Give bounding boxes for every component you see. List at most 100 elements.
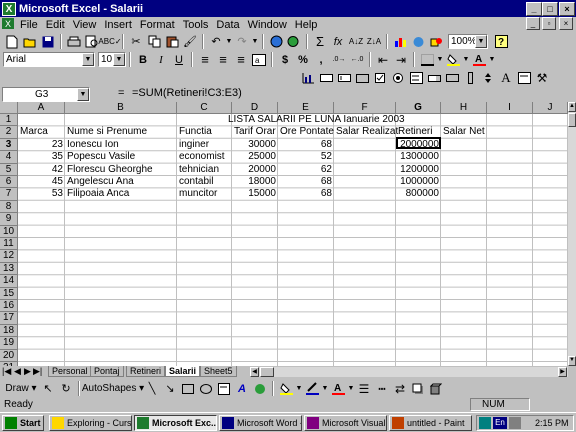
hscroll-left-icon[interactable]: ◀	[250, 367, 259, 377]
zoom-dropdown-icon[interactable]: ▼	[475, 35, 487, 48]
tab-last-icon[interactable]: ▶|	[33, 366, 42, 377]
save-icon[interactable]	[39, 33, 57, 50]
line-color-icon[interactable]	[303, 380, 321, 397]
wordart-icon[interactable]: A	[233, 380, 251, 397]
row-header-3[interactable]: 3	[0, 138, 18, 152]
bold-button[interactable]: B	[134, 51, 152, 68]
cell-marca[interactable]: 53	[18, 188, 65, 200]
menu-edit[interactable]: Edit	[42, 19, 69, 31]
borders-dropdown-icon[interactable]: ▼	[436, 51, 444, 68]
tray-icon[interactable]	[479, 417, 491, 429]
name-box-dropdown-icon[interactable]: ▼	[77, 88, 89, 101]
font-color-dropdown-icon[interactable]: ▼	[488, 51, 496, 68]
cell-ore-pontate[interactable]: 68	[278, 139, 334, 151]
underline-button[interactable]: U	[170, 51, 188, 68]
column-header-a[interactable]: A	[18, 102, 65, 114]
cell-tarif-orar[interactable]: 15000	[232, 188, 278, 200]
column-header-d[interactable]: D	[232, 102, 278, 114]
doc-restore-button[interactable]: ▫	[542, 17, 556, 30]
oval-icon[interactable]	[197, 380, 215, 397]
dash-style-icon[interactable]: ┅	[373, 380, 391, 397]
merge-center-icon[interactable]: a	[250, 51, 268, 68]
cell-nume[interactable]: Popescu Vasile	[65, 151, 177, 163]
header-cell-ore-pontate[interactable]: Ore Pontate	[278, 126, 334, 138]
font-color-draw-icon[interactable]: A	[329, 380, 347, 397]
edit-box-icon[interactable]	[335, 69, 353, 86]
align-center-icon[interactable]: ≡	[214, 51, 232, 68]
scroll-up-icon[interactable]: ▲	[568, 102, 576, 112]
autoshapes-menu-button[interactable]: AutoShapes ▾	[82, 380, 144, 397]
cell-retineri[interactable]: 1000000	[396, 176, 441, 188]
row-header-5[interactable]: 5	[0, 163, 18, 176]
cell-functia[interactable]: contabil	[177, 176, 232, 188]
doc-minimize-button[interactable]: _	[526, 17, 540, 30]
web-icon[interactable]	[267, 33, 285, 50]
hscroll-right-icon[interactable]: ▶	[558, 367, 567, 377]
cell-marca[interactable]: 42	[18, 164, 65, 176]
column-header-j[interactable]: J	[533, 102, 568, 114]
row-header-11[interactable]: 11	[0, 238, 18, 251]
fill-color-icon[interactable]	[444, 51, 462, 68]
cell-ore-pontate[interactable]: 68	[278, 176, 334, 188]
select-all-corner[interactable]	[0, 102, 18, 114]
menu-insert[interactable]: Insert	[100, 19, 136, 31]
free-rotate-icon[interactable]: ↻	[57, 380, 75, 397]
comma-button[interactable]: ,	[312, 51, 330, 68]
taskbar-item-exploring[interactable]: Exploring - CursL...	[49, 415, 132, 431]
redo-icon[interactable]: ↷	[233, 33, 251, 50]
column-header-f[interactable]: F	[334, 102, 396, 114]
sort-descending-icon[interactable]: Z↓A	[365, 33, 383, 50]
hyperlink-icon[interactable]	[285, 33, 303, 50]
row-header-12[interactable]: 12	[0, 250, 18, 263]
tab-first-icon[interactable]: |◀	[2, 366, 11, 377]
taskbar-item-visual[interactable]: Microsoft Visual ...	[304, 415, 387, 431]
currency-button[interactable]: $	[276, 51, 294, 68]
checkbox-icon[interactable]	[371, 69, 389, 86]
rectangle-icon[interactable]	[179, 380, 197, 397]
arrow-style-icon[interactable]: ⇄	[391, 380, 409, 397]
cell-tarif-orar[interactable]: 20000	[232, 164, 278, 176]
tab-personal[interactable]: Personal	[48, 366, 92, 377]
map-icon[interactable]	[409, 33, 427, 50]
italic-button[interactable]: I	[152, 51, 170, 68]
menu-format[interactable]: Format	[136, 19, 179, 31]
doc-close-button[interactable]: ×	[559, 17, 573, 30]
row-header-13[interactable]: 13	[0, 262, 18, 276]
shadow-icon[interactable]	[409, 380, 427, 397]
header-cell-functia[interactable]: Functia	[177, 126, 232, 138]
row-header-6[interactable]: 6	[0, 176, 18, 189]
cell-nume[interactable]: Florescu Gheorghe	[65, 164, 177, 176]
header-cell-salar-realizat[interactable]: Salar Realizat	[334, 126, 398, 138]
row-header-14[interactable]: 14	[0, 275, 18, 288]
row-header-16[interactable]: 16	[0, 300, 18, 313]
decrease-decimal-icon[interactable]: ←.0	[348, 51, 366, 68]
row-header-1[interactable]: 1	[0, 114, 18, 127]
sheet-title-cell[interactable]: LISTA SALARII PE LUNA Ianuarie 2003	[226, 114, 426, 126]
row-header-17[interactable]: 17	[0, 312, 18, 325]
column-header-g[interactable]: G	[396, 102, 441, 114]
decrease-indent-icon[interactable]: ⇤	[374, 51, 392, 68]
font-size-select[interactable]: 10 ▼	[98, 52, 126, 67]
cell-tarif-orar[interactable]: 18000	[232, 176, 278, 188]
header-cell-marca[interactable]: Marca	[18, 126, 65, 138]
cell-tarif-orar[interactable]: 25000	[232, 151, 278, 163]
fill-color-draw-icon[interactable]	[277, 380, 295, 397]
option-button-icon[interactable]	[389, 69, 407, 86]
help-icon[interactable]: ?	[492, 33, 510, 50]
cell-nume[interactable]: Filipoaia Anca	[65, 188, 177, 200]
column-header-h[interactable]: H	[441, 102, 487, 114]
cell-functia[interactable]: economist	[177, 151, 232, 163]
chart-wizard-icon[interactable]	[391, 33, 409, 50]
formula-input[interactable]: =SUM(Retineri!C3:E3)	[132, 87, 242, 99]
paste-icon[interactable]	[163, 33, 181, 50]
chart-icon[interactable]	[299, 69, 317, 86]
cell-retineri[interactable]: 800000	[396, 188, 441, 200]
clipart-icon[interactable]	[251, 380, 269, 397]
excel-app-icon[interactable]: X	[2, 1, 16, 16]
increase-decimal-icon[interactable]: .0→	[330, 51, 348, 68]
menu-window[interactable]: Window	[244, 19, 291, 31]
scroll-bar-icon[interactable]	[461, 69, 479, 86]
row-header-8[interactable]: 8	[0, 200, 18, 214]
draw-menu-button[interactable]: Draw ▾	[3, 380, 39, 397]
scroll-down-icon[interactable]: ▼	[568, 356, 576, 366]
